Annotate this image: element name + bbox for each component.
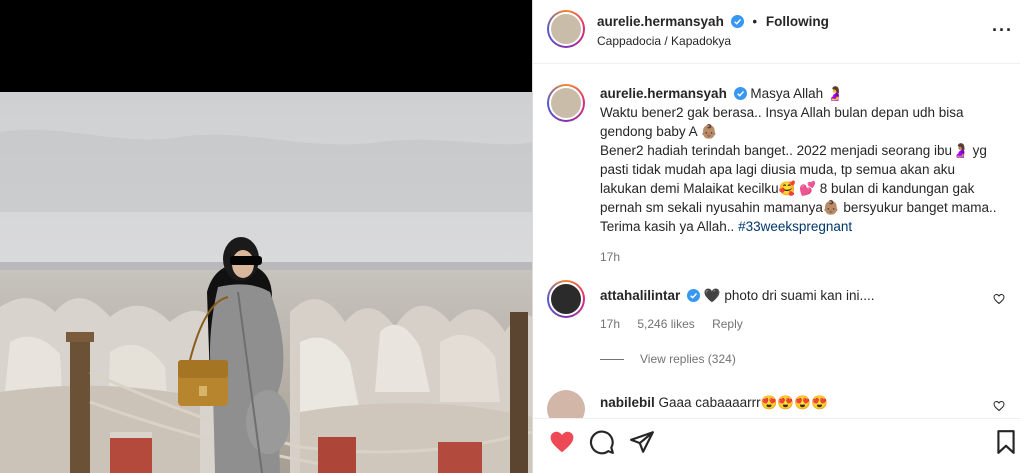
comment-icon[interactable] [589,429,615,455]
view-replies-label: View replies (324) [640,352,736,366]
caption-line-1: aurelie.hermansyah Masya Allah 🤰 [600,84,1000,103]
comment-like-heart-icon[interactable] [993,293,1005,305]
comment-body: nabilebil Gaaa cabaaaarrr😍😍😍😍 [600,393,1000,412]
heart-icon[interactable] [549,429,575,455]
caption-hashtag[interactable]: #33weekspregnant [738,219,852,234]
comment-like-heart-icon[interactable] [993,400,1005,412]
reply-button[interactable]: Reply [712,317,743,331]
instagram-post-view: aurelie.hermansyah • Following Cappadoci… [0,0,1020,473]
caption-meta: 17h [600,248,1000,267]
comment-meta: 17h 5,246 likes Reply [600,315,1000,334]
comment-avatar[interactable] [547,280,585,318]
comment-avatar[interactable] [547,390,585,418]
comment-time[interactable]: 17h [600,317,620,331]
comment-item: nabilebil Gaaa cabaaaarrr😍😍😍😍 [547,390,1007,418]
post-media [0,0,532,473]
bookmark-icon[interactable] [993,429,1019,455]
view-replies-button[interactable]: View replies (324) [600,352,736,366]
replies-dash [600,359,624,361]
post-actions-bar [533,418,1020,473]
share-icon[interactable] [629,429,655,455]
post-header: aurelie.hermansyah • Following Cappadoci… [533,0,1020,64]
caption-block: aurelie.hermansyah Masya Allah 🤰 Waktu b… [547,84,1007,264]
following-button[interactable]: Following [766,14,829,29]
caption-avatar[interactable] [547,84,585,122]
comment-text: Gaaa cabaaaarrr😍😍😍😍 [658,395,828,410]
caption-body: aurelie.hermansyah Masya Allah 🤰 Waktu b… [600,84,1000,267]
header-user-line: aurelie.hermansyah • Following [597,14,829,29]
caption-text-2: Waktu bener2 gak berasa.. Insya Allah bu… [600,105,964,139]
comment-username[interactable]: attahalilintar [600,288,680,303]
caption-text-3: Bener2 hadiah terindah banget.. 2022 men… [600,141,1000,236]
caption-text-1: Masya Allah 🤰 [750,86,844,101]
comment-item: attahalilintar 🖤 photo dri suami kan ini… [547,280,1007,370]
comments-list: aurelie.hermansyah Masya Allah 🤰 Waktu b… [533,65,1020,418]
verified-badge-icon [687,289,701,302]
caption-username[interactable]: aurelie.hermansyah [600,86,727,101]
verified-badge-icon [730,15,744,28]
author-avatar[interactable] [547,10,585,48]
comment-body: attahalilintar 🖤 photo dri suami kan ini… [600,286,1000,334]
separator-dot: • [752,14,758,29]
cappadocia-photo [0,92,532,473]
more-options-icon[interactable]: ··· [992,20,1013,41]
post-photo[interactable] [0,92,532,473]
caption-time[interactable]: 17h [600,250,620,264]
author-username[interactable]: aurelie.hermansyah [597,14,724,29]
comment-username[interactable]: nabilebil [600,395,655,410]
comment-likes[interactable]: 5,246 likes [637,317,694,331]
verified-badge-icon [733,87,747,100]
post-side-panel: aurelie.hermansyah • Following Cappadoci… [532,0,1020,473]
post-location[interactable]: Cappadocia / Kapadokya [597,34,731,48]
comment-text: 🖤 photo dri suami kan ini.... [703,288,875,303]
